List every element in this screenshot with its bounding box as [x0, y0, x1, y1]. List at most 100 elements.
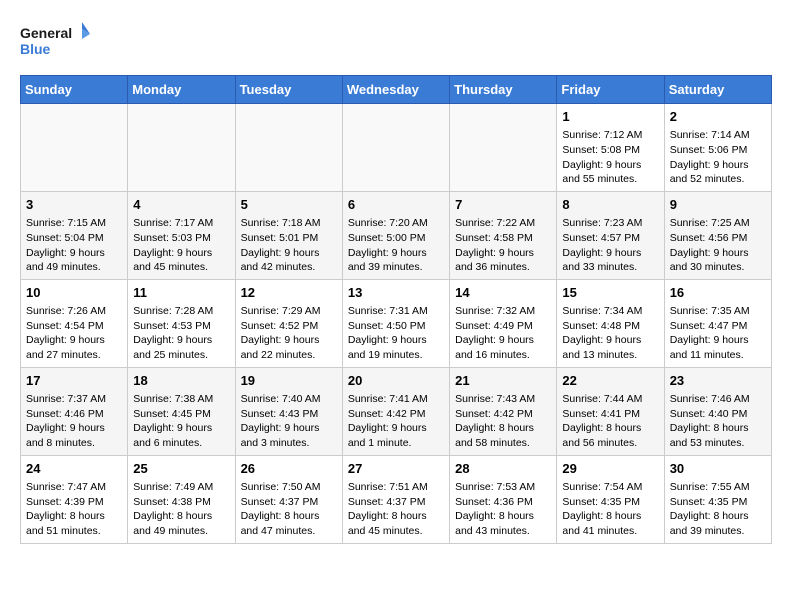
day-number: 30: [670, 460, 766, 478]
day-number: 11: [133, 284, 229, 302]
calendar-cell: 18Sunrise: 7:38 AMSunset: 4:45 PMDayligh…: [128, 367, 235, 455]
day-info: Sunrise: 7:26 AM: [26, 304, 122, 319]
day-info: Daylight: 9 hours and 27 minutes.: [26, 333, 122, 362]
day-number: 23: [670, 372, 766, 390]
calendar-cell: 24Sunrise: 7:47 AMSunset: 4:39 PMDayligh…: [21, 455, 128, 543]
day-info: Daylight: 9 hours and 55 minutes.: [562, 158, 658, 187]
calendar-cell: 9Sunrise: 7:25 AMSunset: 4:56 PMDaylight…: [664, 191, 771, 279]
day-info: Daylight: 8 hours and 41 minutes.: [562, 509, 658, 538]
day-info: Daylight: 9 hours and 49 minutes.: [26, 246, 122, 275]
day-number: 8: [562, 196, 658, 214]
day-number: 1: [562, 108, 658, 126]
calendar-table: SundayMondayTuesdayWednesdayThursdayFrid…: [20, 75, 772, 544]
day-of-week-monday: Monday: [128, 76, 235, 104]
day-number: 2: [670, 108, 766, 126]
day-info: Sunrise: 7:54 AM: [562, 480, 658, 495]
day-info: Sunset: 4:36 PM: [455, 495, 551, 510]
day-of-week-tuesday: Tuesday: [235, 76, 342, 104]
day-info: Sunrise: 7:37 AM: [26, 392, 122, 407]
calendar-cell: 22Sunrise: 7:44 AMSunset: 4:41 PMDayligh…: [557, 367, 664, 455]
day-info: Daylight: 8 hours and 58 minutes.: [455, 421, 551, 450]
day-number: 15: [562, 284, 658, 302]
calendar-cell: 8Sunrise: 7:23 AMSunset: 4:57 PMDaylight…: [557, 191, 664, 279]
day-info: Daylight: 9 hours and 39 minutes.: [348, 246, 444, 275]
day-number: 17: [26, 372, 122, 390]
day-number: 27: [348, 460, 444, 478]
day-info: Sunset: 5:00 PM: [348, 231, 444, 246]
day-info: Sunset: 4:54 PM: [26, 319, 122, 334]
day-info: Sunset: 4:37 PM: [241, 495, 337, 510]
day-info: Daylight: 9 hours and 22 minutes.: [241, 333, 337, 362]
day-info: Sunset: 4:43 PM: [241, 407, 337, 422]
page-header: General Blue: [20, 20, 772, 65]
day-info: Sunset: 4:42 PM: [455, 407, 551, 422]
day-info: Sunset: 4:58 PM: [455, 231, 551, 246]
day-info: Daylight: 9 hours and 8 minutes.: [26, 421, 122, 450]
day-info: Sunrise: 7:25 AM: [670, 216, 766, 231]
day-info: Sunrise: 7:53 AM: [455, 480, 551, 495]
day-info: Sunset: 5:08 PM: [562, 143, 658, 158]
day-info: Daylight: 9 hours and 30 minutes.: [670, 246, 766, 275]
day-number: 4: [133, 196, 229, 214]
day-info: Sunset: 4:38 PM: [133, 495, 229, 510]
calendar-cell: 15 Sunrise: 7:34 AMSunset: 4:48 PMDayligh…: [557, 279, 664, 367]
calendar-cell: 29Sunrise: 7:54 AMSunset: 4:35 PMDayligh…: [557, 455, 664, 543]
day-number: 25: [133, 460, 229, 478]
day-info: Sunset: 4:45 PM: [133, 407, 229, 422]
calendar-cell: [235, 104, 342, 192]
day-info: Sunrise: 7:49 AM: [133, 480, 229, 495]
day-info: Sunrise: 7:32 AM: [455, 304, 551, 319]
day-info: Sunrise: 7:47 AM: [26, 480, 122, 495]
day-info: Sunrise: 7:18 AM: [241, 216, 337, 231]
day-info: Daylight: 8 hours and 53 minutes.: [670, 421, 766, 450]
day-number: 16: [670, 284, 766, 302]
day-info: Sunrise: 7:38 AM: [133, 392, 229, 407]
day-info: Sunrise: 7:46 AM: [670, 392, 766, 407]
calendar-cell: [21, 104, 128, 192]
day-info: Sunset: 4:37 PM: [348, 495, 444, 510]
day-info: Sunrise: 7:31 AM: [348, 304, 444, 319]
logo: General Blue: [20, 20, 90, 65]
day-info: Sunrise: 7:35 AM: [670, 304, 766, 319]
day-info: Sunset: 5:03 PM: [133, 231, 229, 246]
day-info: Daylight: 9 hours and 13 minutes.: [562, 333, 658, 362]
day-info: Sunrise: 7:50 AM: [241, 480, 337, 495]
day-info: Sunrise: 7:23 AM: [562, 216, 658, 231]
calendar-cell: 7Sunrise: 7:22 AMSunset: 4:58 PMDaylight…: [450, 191, 557, 279]
day-info: Sunrise: 7:15 AM: [26, 216, 122, 231]
day-info: Sunrise: 7:34 AM: [562, 304, 658, 319]
day-info: Sunrise: 7:28 AM: [133, 304, 229, 319]
day-info: Sunset: 4:56 PM: [670, 231, 766, 246]
day-info: Sunset: 4:42 PM: [348, 407, 444, 422]
day-number: 10: [26, 284, 122, 302]
day-number: 26: [241, 460, 337, 478]
calendar-cell: 1 Sunrise: 7:12 AMSunset: 5:08 PMDaylight…: [557, 104, 664, 192]
calendar-cell: 17Sunrise: 7:37 AMSunset: 4:46 PMDayligh…: [21, 367, 128, 455]
day-info: Sunset: 4:53 PM: [133, 319, 229, 334]
day-info: Sunrise: 7:12 AM: [562, 128, 658, 143]
day-of-week-friday: Friday: [557, 76, 664, 104]
day-number: 20: [348, 372, 444, 390]
day-number: 22: [562, 372, 658, 390]
calendar-cell: 21Sunrise: 7:43 AMSunset: 4:42 PMDayligh…: [450, 367, 557, 455]
calendar-cell: 11Sunrise: 7:28 AMSunset: 4:53 PMDayligh…: [128, 279, 235, 367]
day-info: Daylight: 9 hours and 36 minutes.: [455, 246, 551, 275]
day-info: Sunset: 4:48 PM: [562, 319, 658, 334]
calendar-cell: 16Sunrise: 7:35 AMSunset: 4:47 PMDayligh…: [664, 279, 771, 367]
calendar-cell: 28Sunrise: 7:53 AMSunset: 4:36 PMDayligh…: [450, 455, 557, 543]
day-number: 29: [562, 460, 658, 478]
day-of-week-thursday: Thursday: [450, 76, 557, 104]
day-number: 6: [348, 196, 444, 214]
day-number: 7: [455, 196, 551, 214]
day-of-week-saturday: Saturday: [664, 76, 771, 104]
day-info: Daylight: 8 hours and 51 minutes.: [26, 509, 122, 538]
calendar-cell: 26Sunrise: 7:50 AMSunset: 4:37 PMDayligh…: [235, 455, 342, 543]
day-info: Daylight: 9 hours and 11 minutes.: [670, 333, 766, 362]
calendar-cell: 10 Sunrise: 7:26 AMSunset: 4:54 PMDayligh…: [21, 279, 128, 367]
calendar-cell: 27Sunrise: 7:51 AMSunset: 4:37 PMDayligh…: [342, 455, 449, 543]
day-of-week-sunday: Sunday: [21, 76, 128, 104]
day-number: 12: [241, 284, 337, 302]
day-info: Sunset: 4:35 PM: [670, 495, 766, 510]
day-info: Sunrise: 7:14 AM: [670, 128, 766, 143]
day-info: Sunrise: 7:41 AM: [348, 392, 444, 407]
